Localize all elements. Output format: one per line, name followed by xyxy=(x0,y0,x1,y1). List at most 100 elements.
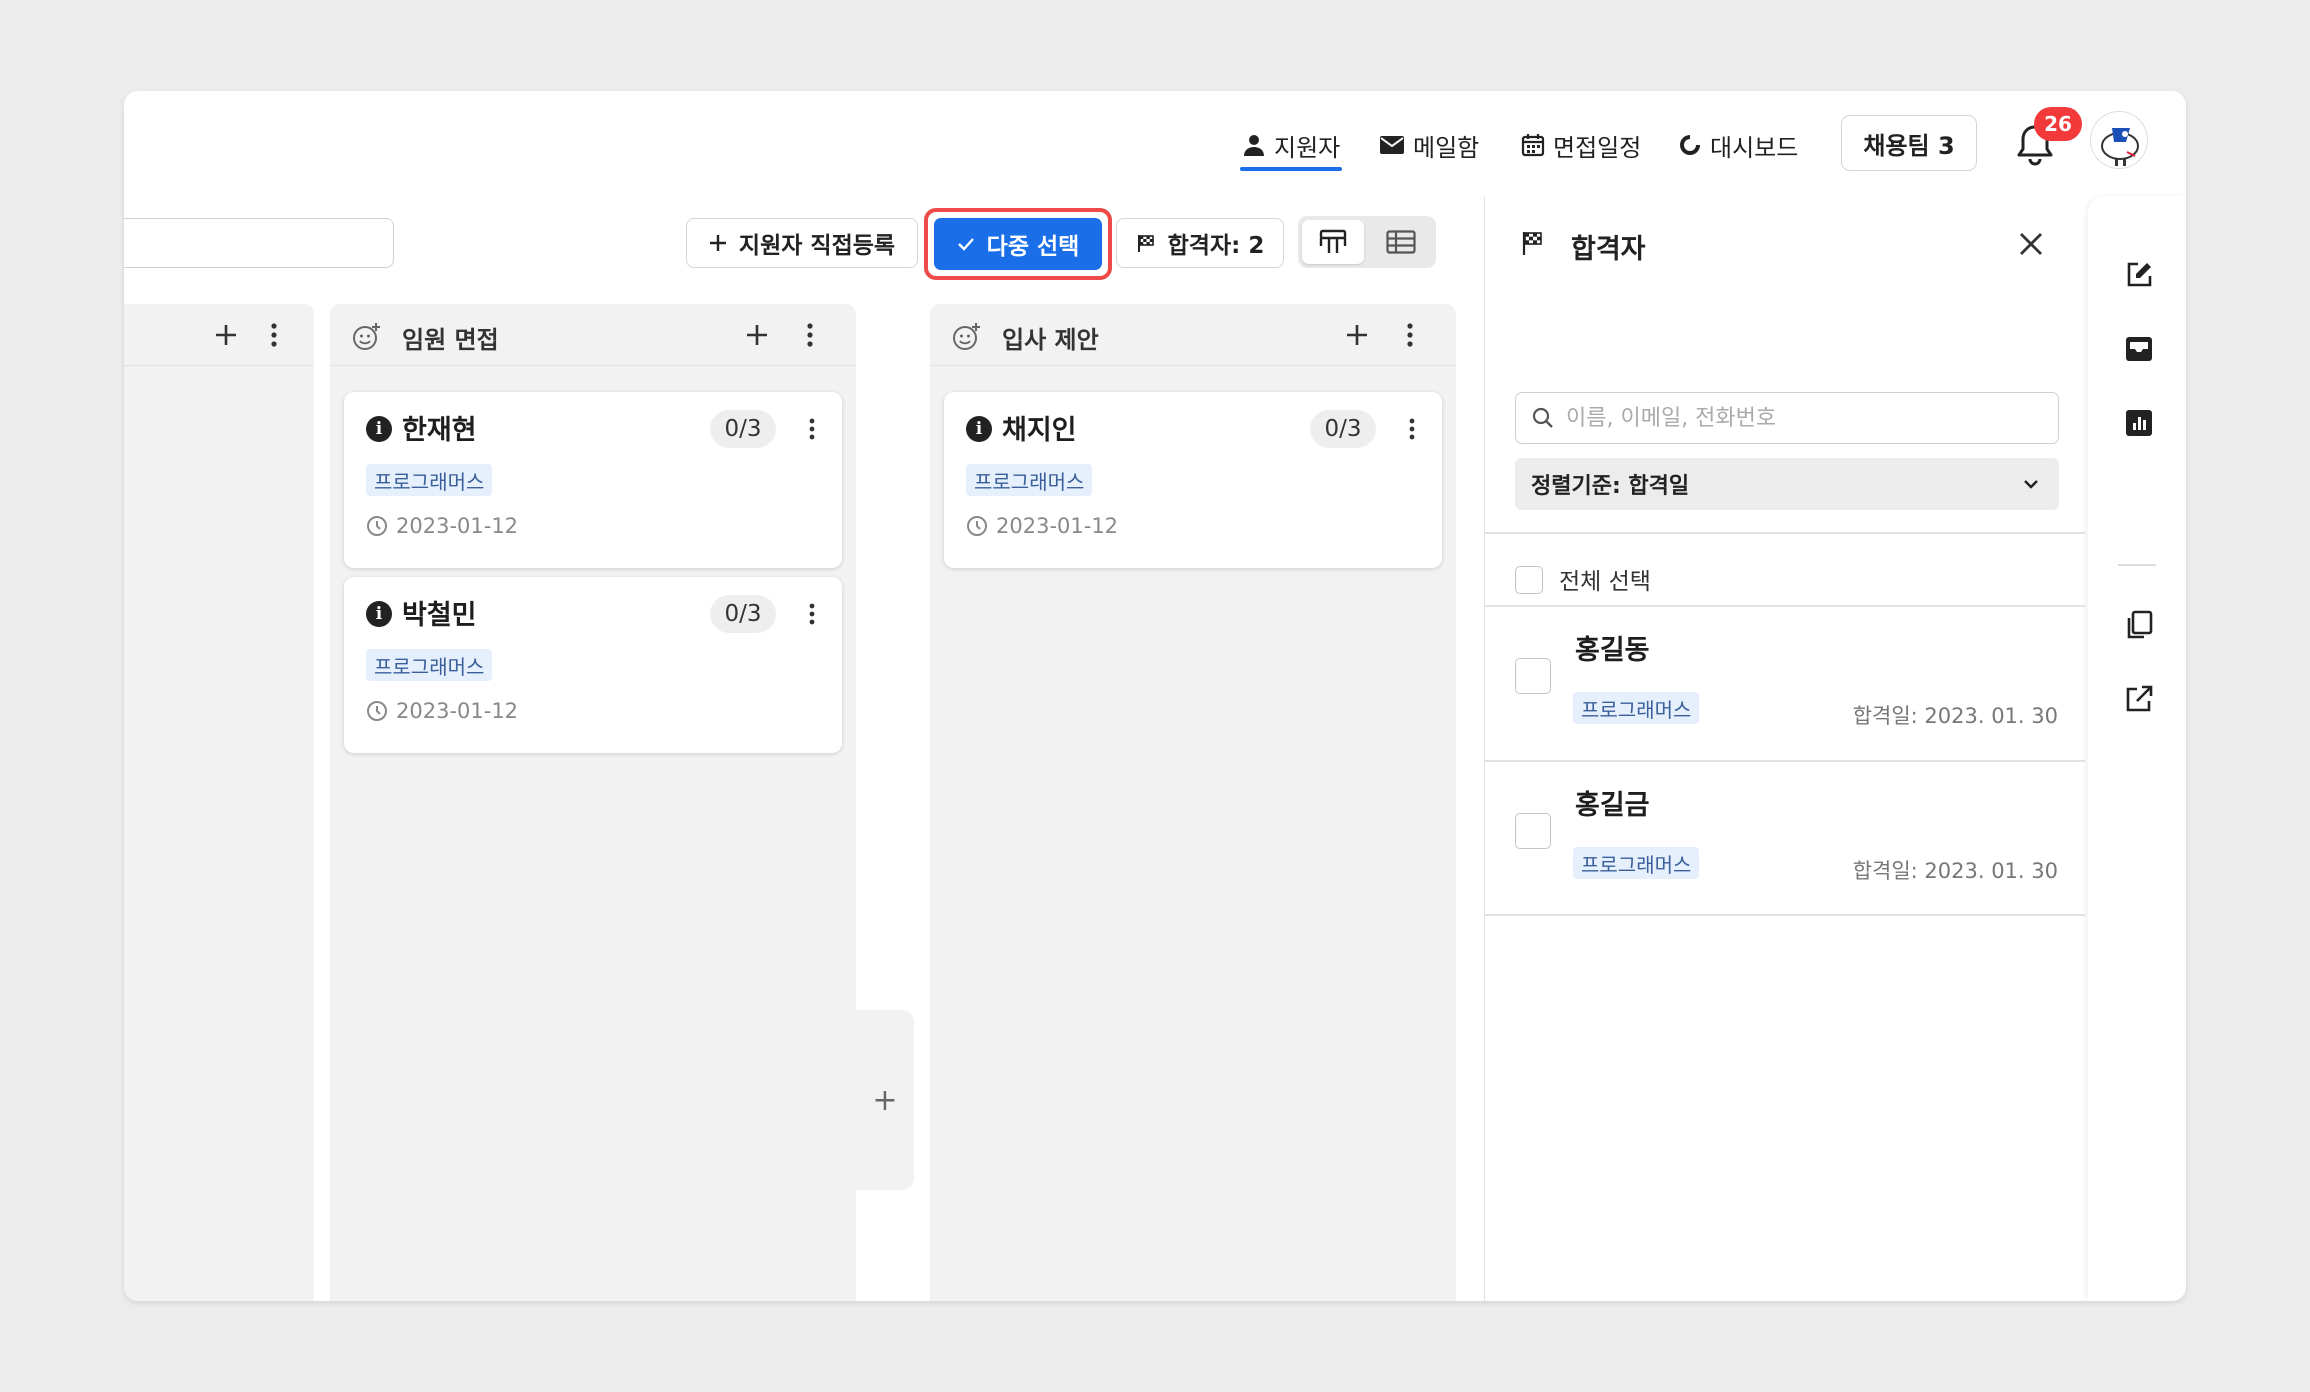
source-tag: 프로그래머스 xyxy=(966,464,1093,496)
column-header: 입사 제안 xyxy=(930,304,1456,366)
external-link-icon[interactable] xyxy=(2122,682,2156,716)
plus-icon xyxy=(709,235,726,251)
plus-icon xyxy=(1347,325,1367,345)
evaluation-count: 0/3 xyxy=(1310,410,1376,448)
kanban-column-executive-interview: 임원 면접 i 한재현 0/3 프로그래머스 2023-01-12 i 박철민 xyxy=(330,304,856,1301)
clock-icon xyxy=(367,516,387,536)
nav-active-indicator xyxy=(1240,167,1342,171)
sort-select-label: 정렬기준: 합격일 xyxy=(1531,474,1690,499)
kanban-column-job-offer: 입사 제안 i 채지인 0/3 프로그래머스 2023-01-12 xyxy=(930,304,1456,1301)
nav-interview-schedule-label: 면접일정 xyxy=(1553,133,1642,162)
team-button[interactable]: 채용팀 3 xyxy=(1841,115,1977,171)
board-search-input[interactable] xyxy=(124,218,394,268)
column-add-button[interactable] xyxy=(209,318,243,352)
report-chart-icon[interactable] xyxy=(2122,406,2156,440)
column-title: 임원 면접 xyxy=(402,326,499,354)
person-icon xyxy=(1244,135,1264,156)
divider xyxy=(1485,760,2085,762)
multi-select-button[interactable]: 다중 선택 xyxy=(934,218,1102,270)
more-vertical-icon xyxy=(809,603,815,625)
nav-mailbox[interactable]: 메일함 xyxy=(1379,125,1479,165)
card-more-button[interactable] xyxy=(804,599,820,629)
more-vertical-icon xyxy=(1407,323,1413,347)
applied-date: 2023-01-12 xyxy=(966,514,1118,538)
app-window: 지원자 메일함 면접일정 대시보드 채용팀 3 26 지원자 직접등록 다중 선… xyxy=(124,91,2186,1301)
clock-icon xyxy=(367,701,387,721)
divider xyxy=(1485,605,2085,607)
column-add-button[interactable] xyxy=(1340,318,1374,352)
column-add-button[interactable] xyxy=(740,318,774,352)
plus-icon xyxy=(747,325,767,345)
register-applicant-label: 지원자 직접등록 xyxy=(738,233,896,259)
register-applicant-button[interactable]: 지원자 직접등록 xyxy=(686,218,918,268)
plus-icon xyxy=(216,325,236,345)
flag-icon xyxy=(1522,232,1542,255)
notification-badge: 26 xyxy=(2034,107,2082,141)
flag-icon xyxy=(1137,235,1154,252)
smiley-plus-icon xyxy=(953,323,980,350)
nav-applicants[interactable]: 지원자 xyxy=(1242,125,1340,165)
column-more-button[interactable] xyxy=(800,318,820,352)
divider xyxy=(1485,914,2085,916)
card-more-button[interactable] xyxy=(1404,414,1420,444)
mail-icon xyxy=(1380,136,1404,154)
applied-date: 2023-01-12 xyxy=(366,699,518,723)
passed-count-button[interactable]: 합격자: 2 xyxy=(1116,218,1284,268)
evaluation-count: 0/3 xyxy=(710,410,776,448)
passed-date: 합격일: 2023. 01. 30 xyxy=(1852,704,2058,728)
evaluation-count: 0/3 xyxy=(710,595,776,633)
info-icon: i xyxy=(366,601,392,627)
close-icon[interactable] xyxy=(2013,226,2049,262)
select-all-label: 전체 선택 xyxy=(1559,569,1651,595)
source-tag: 프로그래머스 xyxy=(366,649,493,681)
add-column-button[interactable]: + xyxy=(856,1010,914,1190)
avatar[interactable] xyxy=(2090,111,2148,169)
applied-date-text: 2023-01-12 xyxy=(996,514,1119,538)
search-icon xyxy=(1532,407,1553,428)
applicant-checkbox[interactable] xyxy=(1515,813,1551,849)
applicant-card[interactable]: i 한재현 0/3 프로그래머스 2023-01-12 xyxy=(344,392,842,568)
nav-interview-schedule[interactable]: 면접일정 xyxy=(1521,125,1641,165)
kanban-view-button[interactable] xyxy=(1302,220,1364,264)
passed-count-label: 합격자: 2 xyxy=(1167,233,1265,259)
card-more-button[interactable] xyxy=(804,414,820,444)
rail-separator xyxy=(2118,564,2156,566)
source-tag: 프로그래머스 xyxy=(366,464,493,496)
column-header: 임원 면접 xyxy=(330,304,856,366)
select-all-checkbox[interactable] xyxy=(1515,566,1543,594)
check-icon xyxy=(957,238,974,251)
smiley-plus-icon xyxy=(353,323,380,350)
column-more-button[interactable] xyxy=(1400,318,1420,352)
edit-icon[interactable] xyxy=(2122,258,2156,292)
applied-date-text: 2023-01-12 xyxy=(396,699,519,723)
source-tag: 프로그래머스 xyxy=(1573,847,1700,879)
more-vertical-icon xyxy=(807,323,813,347)
applied-date: 2023-01-12 xyxy=(366,514,518,538)
passed-date: 합격일: 2023. 01. 30 xyxy=(1852,859,2058,883)
copy-icon[interactable] xyxy=(2122,608,2156,642)
more-vertical-icon xyxy=(809,418,815,440)
side-icon-rail xyxy=(2088,196,2186,1301)
view-toggle xyxy=(1298,216,1436,268)
info-icon: i xyxy=(966,416,992,442)
applicant-card[interactable]: i 박철민 0/3 프로그래머스 2023-01-12 xyxy=(344,577,842,753)
panel-search-input[interactable] xyxy=(1566,405,2026,431)
applicant-name: 박철민 xyxy=(402,600,477,631)
table-view-button[interactable] xyxy=(1370,220,1432,264)
kanban-icon xyxy=(1319,229,1347,253)
more-vertical-icon xyxy=(271,323,277,347)
nav-mailbox-label: 메일함 xyxy=(1413,133,1480,162)
source-tag: 프로그래머스 xyxy=(1573,692,1700,724)
divider xyxy=(1485,532,2085,534)
applicant-checkbox[interactable] xyxy=(1515,658,1551,694)
sort-select[interactable]: 정렬기준: 합격일 xyxy=(1515,458,2059,510)
inbox-icon[interactable] xyxy=(2122,332,2156,366)
column-more-button[interactable] xyxy=(264,318,284,352)
passed-applicants-panel: 합격자 정렬기준: 합격일 전체 선택 홍길동 프로그래머스 합격일: 2023… xyxy=(1484,196,2085,1301)
nav-applicants-label: 지원자 xyxy=(1274,133,1341,162)
panel-search-field[interactable] xyxy=(1515,392,2059,444)
nav-dashboard[interactable]: 대시보드 xyxy=(1678,125,1798,165)
applicant-card[interactable]: i 채지인 0/3 프로그래머스 2023-01-12 xyxy=(944,392,1442,568)
chevron-down-icon xyxy=(2024,480,2038,489)
clock-icon xyxy=(967,516,987,536)
